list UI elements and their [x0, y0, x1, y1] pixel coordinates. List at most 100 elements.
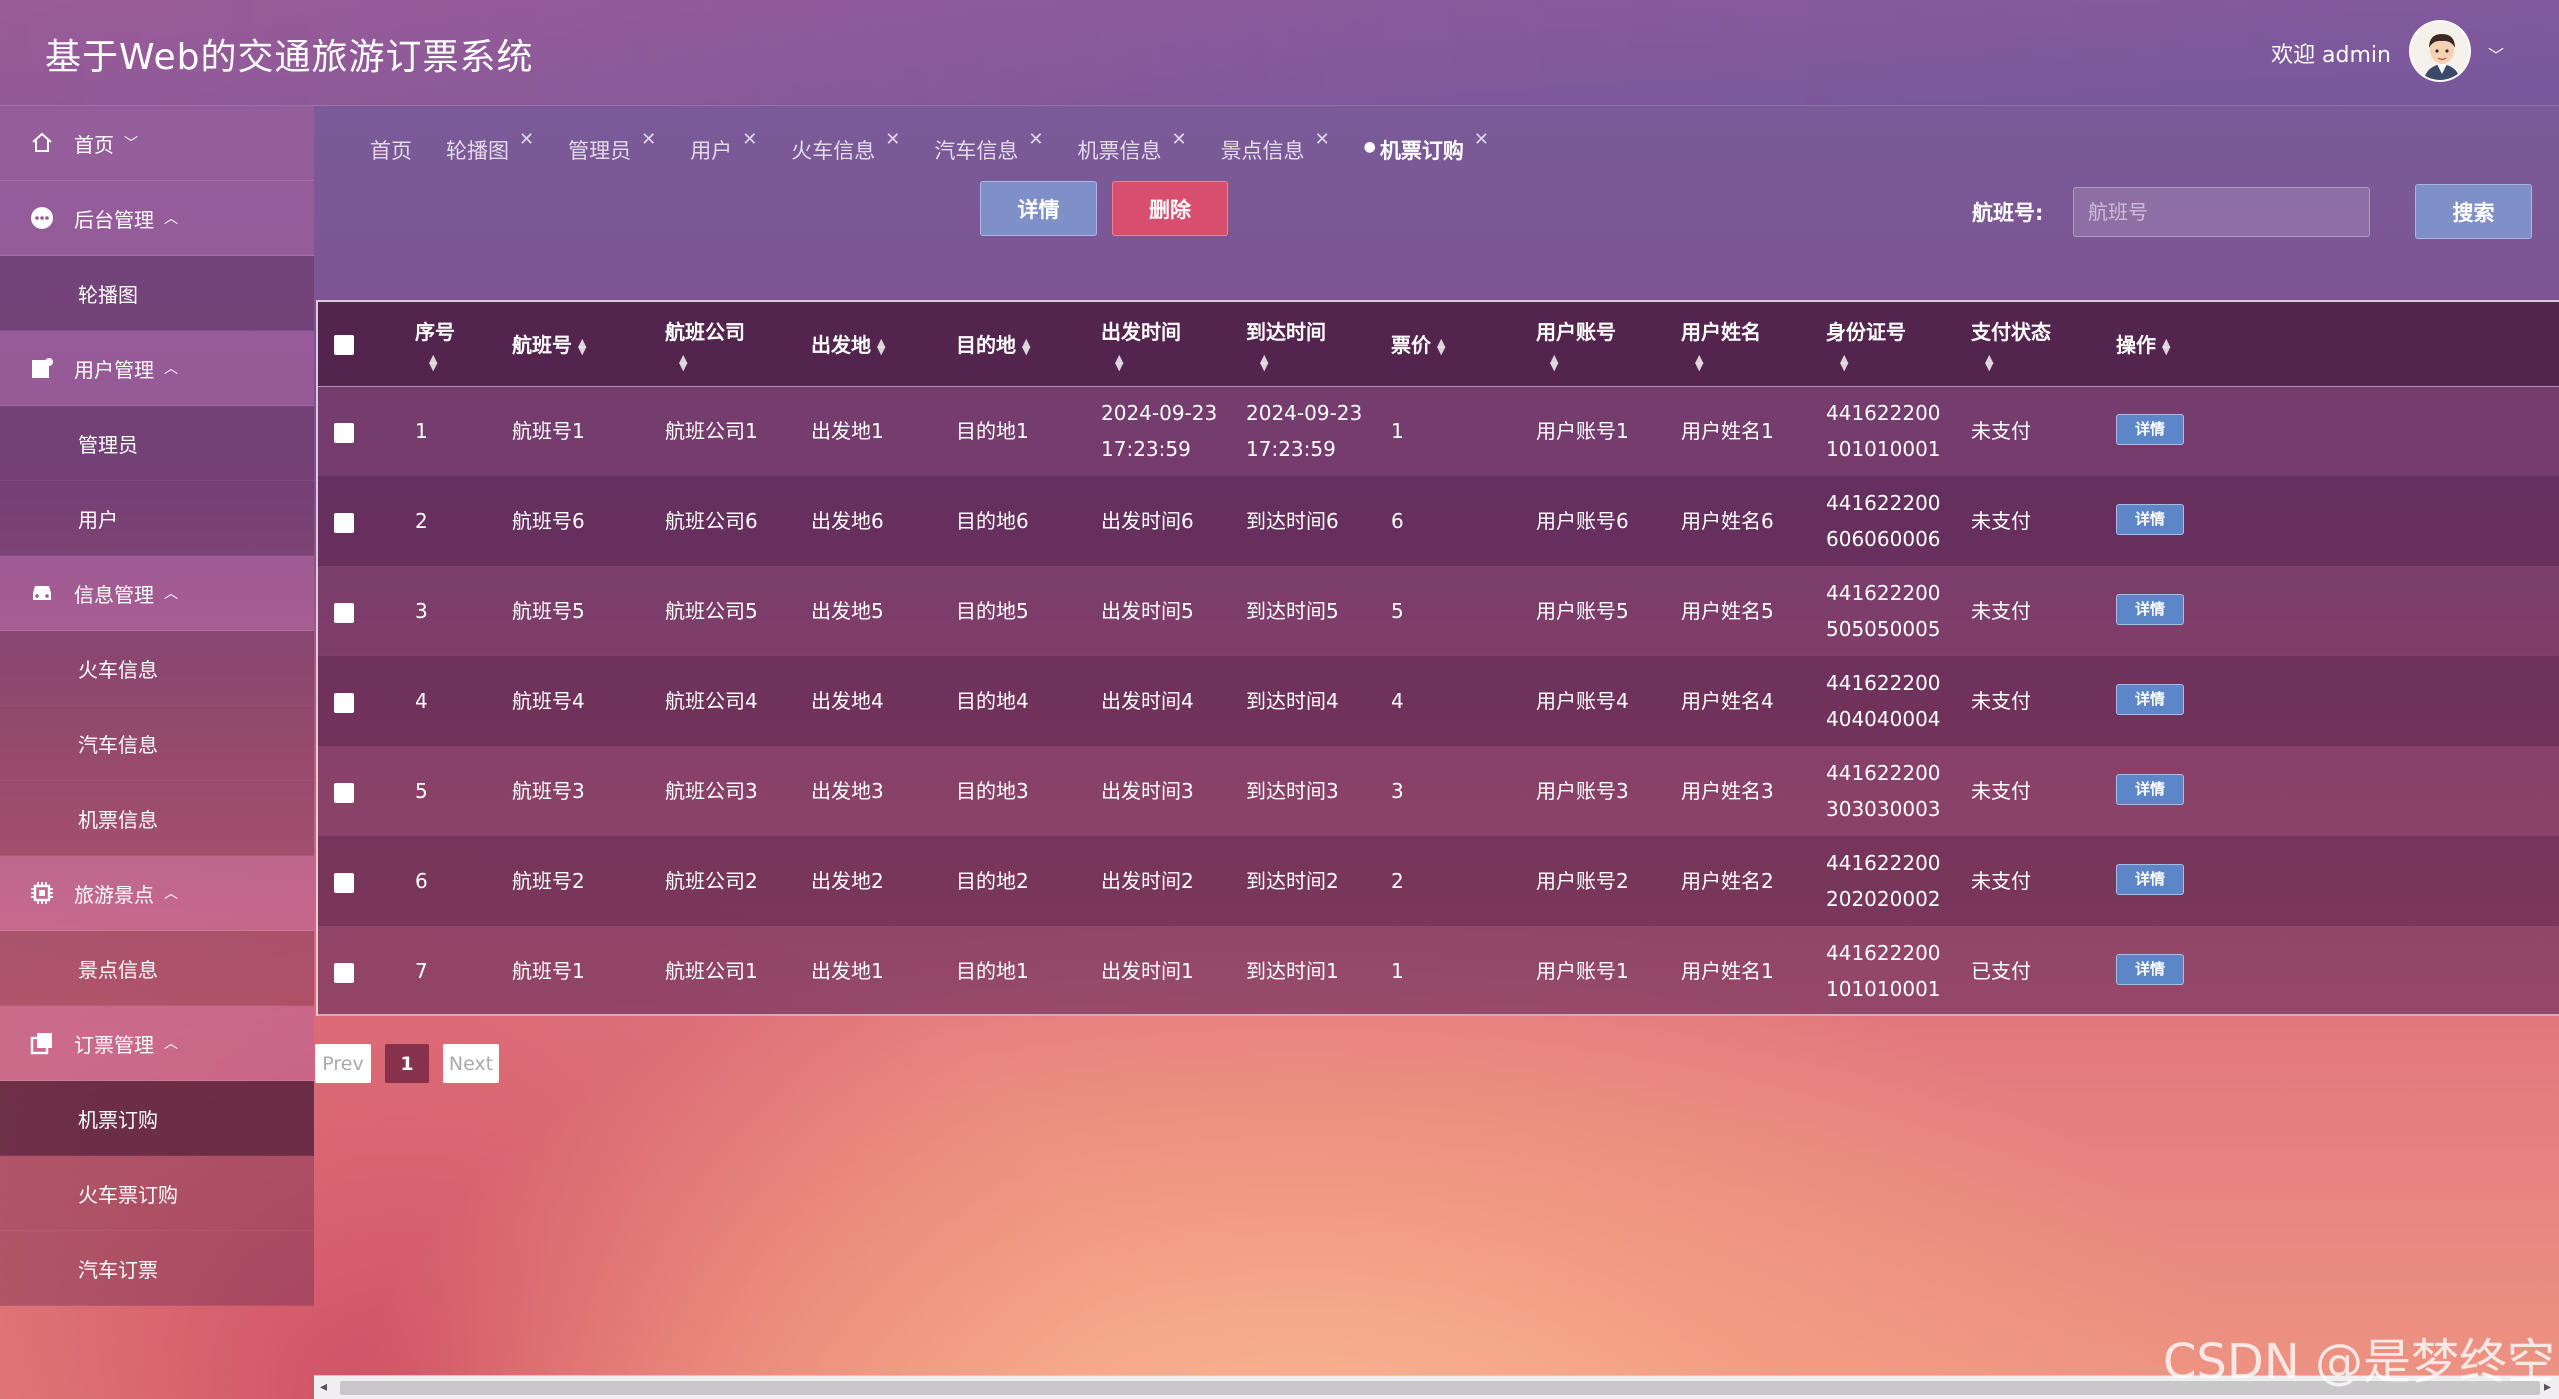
flight-number-search-input[interactable]	[2073, 187, 2370, 237]
column-header[interactable]: 序号 ▲ ▼	[415, 302, 512, 387]
sort-icon[interactable]: ▲ ▼	[1681, 353, 1818, 372]
column-header[interactable]: 票价 ▲ ▼	[1391, 302, 1536, 387]
flight-number-cell: 航班号1	[512, 926, 665, 1016]
row-checkbox[interactable]	[334, 422, 354, 443]
tab-bus-info[interactable]: 汽车信息 ✕	[934, 129, 1043, 165]
column-header[interactable]: 身份证号 ▲ ▼	[1826, 302, 1971, 387]
sort-icon[interactable]: ▲ ▼	[877, 337, 885, 356]
sort-icon[interactable]: ▲ ▼	[2162, 337, 2170, 356]
user-avatar[interactable]	[2409, 20, 2471, 82]
tab-flight-booking[interactable]: 机票订购 ✕	[1364, 129, 1489, 165]
column-header[interactable]: 操作 ▲ ▼	[2116, 302, 2261, 387]
row-checkbox[interactable]	[334, 872, 354, 893]
close-icon[interactable]: ✕	[1474, 129, 1489, 150]
action-cell: 详情	[2116, 476, 2261, 566]
column-header[interactable]: 航班公司 ▲ ▼	[665, 302, 811, 387]
close-icon[interactable]: ✕	[1028, 129, 1043, 150]
tab-scenic-info[interactable]: 景点信息 ✕	[1221, 129, 1330, 165]
column-header[interactable]: 用户姓名 ▲ ▼	[1681, 302, 1826, 387]
scroll-left-arrow-icon[interactable]: ◂	[320, 1379, 327, 1395]
column-header[interactable]: 用户账号 ▲ ▼	[1536, 302, 1681, 387]
sort-icon[interactable]: ▲ ▼	[1022, 337, 1030, 356]
sidebar-item-admin[interactable]: 管理员	[0, 406, 314, 481]
sidebar-item-bus-booking[interactable]: 汽车订票	[0, 1231, 314, 1306]
sidebar-item-flight-booking[interactable]: 机票订购	[0, 1081, 314, 1156]
table-row[interactable]: 3 航班号5 航班公司5 出发地5 目的地5 出发时间5 到达时间5 5 用户账号5 用户姓名5 4…	[318, 566, 2559, 656]
tab-carousel[interactable]: 轮播图 ✕	[446, 129, 534, 165]
table-row[interactable]: 4 航班号4 航班公司4 出发地4 目的地4 出发时间4 到达时间4 4 用户账号4 用户姓名4 4…	[318, 656, 2559, 746]
sidebar-group-home[interactable]: 首页 ﹀	[0, 106, 314, 181]
prev-page-button[interactable]: Prev	[315, 1044, 371, 1083]
sidebar-item-flight-info[interactable]: 机票信息	[0, 781, 314, 856]
close-icon[interactable]: ✕	[641, 129, 656, 150]
row-checkbox[interactable]	[334, 692, 354, 713]
sidebar-group-label: 用户管理	[74, 357, 154, 382]
row-checkbox[interactable]	[334, 962, 354, 983]
detail-button[interactable]: 详情	[980, 181, 1097, 236]
sidebar-item-train-info[interactable]: 火车信息	[0, 631, 314, 706]
sidebar-group-backend[interactable]: 后台管理 ︿	[0, 181, 314, 256]
sidebar-item-scenic-info[interactable]: 景点信息	[0, 931, 314, 1006]
close-icon[interactable]: ✕	[519, 129, 534, 150]
tab-flight-info[interactable]: 机票信息 ✕	[1077, 129, 1186, 165]
tab-user[interactable]: 用户 ✕	[690, 129, 757, 165]
chevron-down-icon: ﹀	[124, 136, 138, 152]
user-name-cell: 用户姓名3	[1681, 746, 1826, 836]
table-row[interactable]: 6 航班号2 航班公司2 出发地2 目的地2 出发时间2 到达时间2 2 用户账号2 用户姓名2 4…	[318, 836, 2559, 926]
sort-icon[interactable]: ▲ ▼	[1437, 337, 1445, 356]
sidebar-item-carousel[interactable]: 轮播图	[0, 256, 314, 331]
tab-admin[interactable]: 管理员 ✕	[568, 129, 656, 165]
next-page-button[interactable]: Next	[443, 1044, 499, 1083]
sidebar-group-users[interactable]: 用户管理 ︿	[0, 331, 314, 406]
column-header[interactable]: 目的地 ▲ ▼	[956, 302, 1101, 387]
table-row[interactable]: 2 航班号6 航班公司6 出发地6 目的地6 出发时间6 到达时间6 6 用户账号6 用户姓名6 4…	[318, 476, 2559, 566]
table-row[interactable]: 1 航班号1 航班公司1 出发地1 目的地1 2024-09-23 17:23:59 2024…	[318, 386, 2559, 476]
column-header[interactable]: 支付状态 ▲ ▼	[1971, 302, 2116, 387]
row-checkbox[interactable]	[334, 602, 354, 623]
sidebar-item-user[interactable]: 用户	[0, 481, 314, 556]
row-checkbox[interactable]	[334, 512, 354, 533]
row-checkbox[interactable]	[334, 782, 354, 803]
page-number-button[interactable]: 1	[385, 1044, 429, 1083]
row-detail-button[interactable]: 详情	[2116, 774, 2184, 805]
table-row[interactable]: 7 航班号1 航班公司1 出发地1 目的地1 出发时间1 到达时间1 1 用户账号1 用户姓名1 4…	[318, 926, 2559, 1016]
sort-icon[interactable]: ▲ ▼	[415, 353, 504, 372]
row-detail-button[interactable]: 详情	[2116, 414, 2184, 446]
row-detail-button[interactable]: 详情	[2116, 954, 2184, 985]
close-icon[interactable]: ✕	[885, 129, 900, 150]
sidebar-item-bus-info[interactable]: 汽车信息	[0, 706, 314, 781]
column-header[interactable]: 出发时间 ▲ ▼	[1101, 302, 1246, 387]
close-icon[interactable]: ✕	[1315, 129, 1330, 150]
tab-home[interactable]: 首页	[370, 135, 412, 165]
row-detail-button[interactable]: 详情	[2116, 684, 2184, 715]
arrival-time-line: 到达时间1	[1246, 959, 1339, 983]
row-detail-button[interactable]: 详情	[2116, 864, 2184, 895]
sidebar-item-train-booking[interactable]: 火车票订购	[0, 1156, 314, 1231]
destination-cell: 目的地6	[956, 476, 1101, 566]
user-menu-chevron-icon[interactable]: ﹀	[2488, 42, 2504, 66]
table-row[interactable]: 5 航班号3 航班公司3 出发地3 目的地3 出发时间3 到达时间3 3 用户账号3 用户姓名3 4…	[318, 746, 2559, 836]
tab-train-info[interactable]: 火车信息 ✕	[791, 129, 900, 165]
sidebar-group-info[interactable]: 信息管理 ︿	[0, 556, 314, 631]
column-header[interactable]: 出发地 ▲ ▼	[811, 302, 956, 387]
close-icon[interactable]: ✕	[1171, 129, 1186, 150]
search-button[interactable]: 搜索	[2415, 184, 2532, 239]
delete-button[interactable]: 删除	[1112, 181, 1228, 236]
row-select-cell	[318, 386, 415, 476]
row-detail-button[interactable]: 详情	[2116, 504, 2184, 535]
sort-icon[interactable]: ▲ ▼	[578, 337, 586, 356]
sort-icon[interactable]: ▲ ▼	[1246, 353, 1383, 372]
column-header[interactable]: 航班号 ▲ ▼	[512, 302, 665, 387]
sort-icon[interactable]: ▲ ▼	[1536, 353, 1673, 372]
sidebar-group-scenic[interactable]: 旅游景点 ︿	[0, 856, 314, 931]
sort-icon[interactable]: ▲ ▼	[1826, 353, 1963, 372]
select-all-checkbox[interactable]	[334, 335, 354, 356]
sidebar-group-booking[interactable]: 订票管理 ︿	[0, 1006, 314, 1081]
sort-icon[interactable]: ▲ ▼	[665, 353, 803, 372]
sort-icon[interactable]: ▲ ▼	[1101, 353, 1238, 372]
close-icon[interactable]: ✕	[742, 129, 757, 150]
row-detail-button[interactable]: 详情	[2116, 594, 2184, 625]
sort-icon[interactable]: ▲ ▼	[1971, 353, 2108, 372]
column-header[interactable]: 到达时间 ▲ ▼	[1246, 302, 1391, 387]
chevron-up-icon: ︿	[164, 361, 178, 377]
